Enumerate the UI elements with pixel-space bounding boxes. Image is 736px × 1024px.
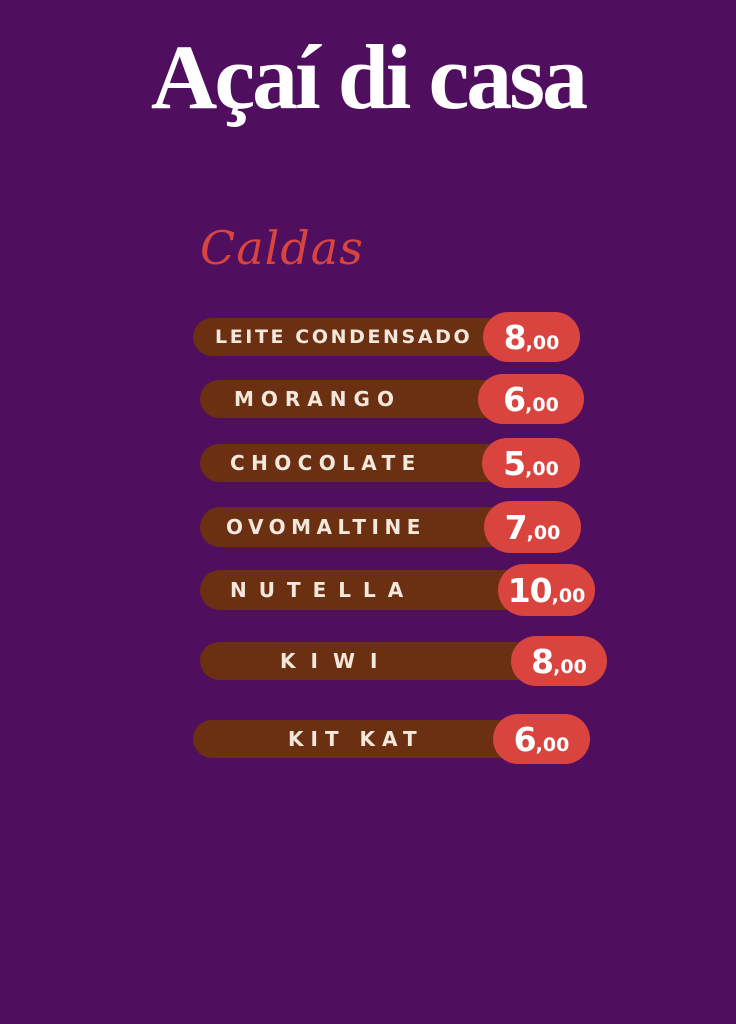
price-decimal: ,00 (551, 585, 586, 607)
menu-item: MORANGO 6,00 (200, 374, 584, 424)
price-integer: 10 (507, 570, 553, 610)
price-integer: 6 (513, 719, 537, 759)
item-name-bar: CHOCOLATE (200, 444, 530, 482)
price-integer: 8 (503, 317, 527, 357)
price-badge: 8,00 (511, 636, 607, 686)
price-badge: 5,00 (482, 438, 580, 488)
price-badge: 8,00 (483, 312, 580, 362)
menu-item: KIWI 8,00 (200, 636, 607, 686)
section-title-caldas: Caldas (200, 221, 364, 275)
price-integer: 8 (531, 641, 554, 681)
price-badge: 6,00 (478, 374, 584, 424)
menu-title: Açaí di casa (150, 26, 588, 128)
price-decimal: ,00 (526, 522, 561, 544)
item-name-bar: OVOMALTINE (200, 507, 530, 547)
price-integer: 6 (503, 379, 526, 419)
price-integer: 5 (503, 443, 526, 483)
item-name-bar: KIWI (200, 642, 540, 680)
item-name-bar: KIT KAT (193, 720, 533, 758)
item-name-bar: LEITE CONDENSADO (193, 318, 523, 356)
menu-item: CHOCOLATE 5,00 (200, 438, 580, 488)
price-decimal: ,00 (525, 458, 559, 480)
price-decimal: ,00 (535, 734, 570, 756)
menu-item: LEITE CONDENSADO 8,00 (193, 312, 580, 362)
menu-item: NUTELLA 10,00 (200, 564, 595, 616)
item-name-bar: NUTELLA (200, 570, 540, 610)
menu-item: KIT KAT 6,00 (193, 714, 590, 764)
price-decimal: ,00 (553, 656, 587, 678)
price-badge: 10,00 (498, 564, 595, 616)
price-decimal: ,00 (525, 394, 559, 416)
menu-item: OVOMALTINE 7,00 (200, 501, 581, 553)
price-badge: 7,00 (484, 501, 581, 553)
price-badge: 6,00 (493, 714, 590, 764)
price-integer: 7 (504, 507, 528, 547)
price-decimal: ,00 (525, 332, 560, 354)
